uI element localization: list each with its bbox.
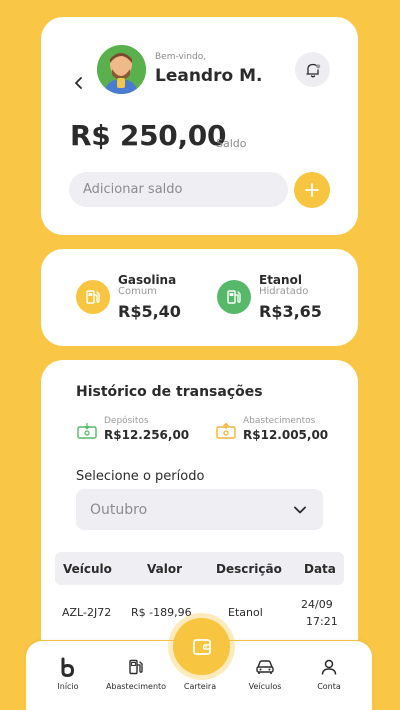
welcome-text: Bem-vindo, (155, 52, 207, 62)
fuel-name: Etanol (259, 273, 302, 287)
deposit-icon (77, 423, 97, 439)
add-balance-input[interactable] (69, 172, 288, 207)
wallet-button[interactable] (173, 618, 230, 675)
balance-amount: R$ 250,00 (70, 119, 227, 152)
nav-label: Carteira (183, 682, 217, 691)
column-header-date: Data (304, 562, 336, 576)
nav-label: Início (57, 682, 79, 691)
user-icon (321, 659, 337, 675)
plus-icon (305, 183, 319, 197)
table-header: Veículo Valor Descrição Data (55, 552, 344, 585)
nav-label: Conta (317, 682, 341, 691)
refuels-label: Abastecimentos (243, 416, 316, 426)
deposits-label: Depósitos (104, 416, 149, 426)
fuel-item-etanol[interactable]: Etanol Hidratado R$3,65 (217, 249, 347, 346)
bell-icon (305, 63, 320, 77)
transaction-history-card: Histórico de transações Depósitos R$12.2… (41, 360, 358, 640)
profile-card: Bem-vindo, Leandro M. R$ 250,00 Saldo (41, 17, 358, 235)
row-date: 24/09 (301, 598, 333, 611)
fuel-pump-icon (217, 280, 251, 314)
balance-label: Saldo (216, 137, 247, 150)
row-vehicle: AZL-2J72 (62, 606, 112, 619)
history-title: Histórico de transações (76, 384, 263, 400)
home-logo-icon (61, 657, 75, 677)
period-selected-value: Outubro (90, 501, 148, 518)
fuel-pump-icon (129, 659, 143, 675)
deposits-value: R$12.256,00 (104, 428, 190, 442)
nav-item-veiculos[interactable]: Veículos (244, 641, 286, 710)
column-header-value: Valor (147, 562, 183, 576)
nav-label: Veículos (248, 682, 282, 691)
nav-item-conta[interactable]: Conta (309, 641, 349, 710)
fuel-type: Comum (118, 286, 157, 297)
period-label: Selecione o período (76, 469, 205, 484)
avatar[interactable] (97, 45, 146, 94)
refuels-value: R$12.005,00 (243, 428, 329, 442)
wallet-icon (192, 638, 211, 655)
fuel-price: R$3,65 (259, 302, 322, 321)
fuel-type: Hidratado (259, 286, 309, 297)
deposits-summary: Depósitos R$12.256,00 (77, 416, 197, 446)
fuel-prices-card: Gasolina Comum R$5,40 Etanol Hidratado R… (41, 249, 358, 346)
fuel-item-gasolina[interactable]: Gasolina Comum R$5,40 (76, 249, 206, 346)
column-header-description: Descrição (216, 562, 282, 576)
nav-item-abastecimento[interactable]: Abastecimento (98, 641, 174, 710)
notifications-button[interactable] (295, 52, 330, 87)
chevron-down-icon (294, 506, 306, 513)
row-time: 17:21 (306, 615, 338, 628)
refuels-summary: Abastecimentos R$12.005,00 (216, 416, 346, 446)
nav-item-inicio[interactable]: Início (48, 641, 88, 710)
nav-label: Abastecimento (105, 682, 167, 691)
column-header-vehicle: Veículo (63, 562, 112, 576)
user-name: Leandro M. (155, 66, 263, 86)
row-description: Etanol (228, 606, 263, 619)
period-select[interactable]: Outubro (76, 489, 323, 530)
withdraw-icon (216, 423, 236, 439)
car-icon (256, 660, 274, 674)
fuel-name: Gasolina (118, 273, 177, 287)
fuel-pump-icon (76, 280, 110, 314)
back-arrow-icon[interactable] (73, 77, 85, 89)
row-value: R$ -189,96 (131, 606, 192, 619)
fuel-price: R$5,40 (118, 302, 181, 321)
add-balance-button[interactable] (294, 172, 330, 208)
